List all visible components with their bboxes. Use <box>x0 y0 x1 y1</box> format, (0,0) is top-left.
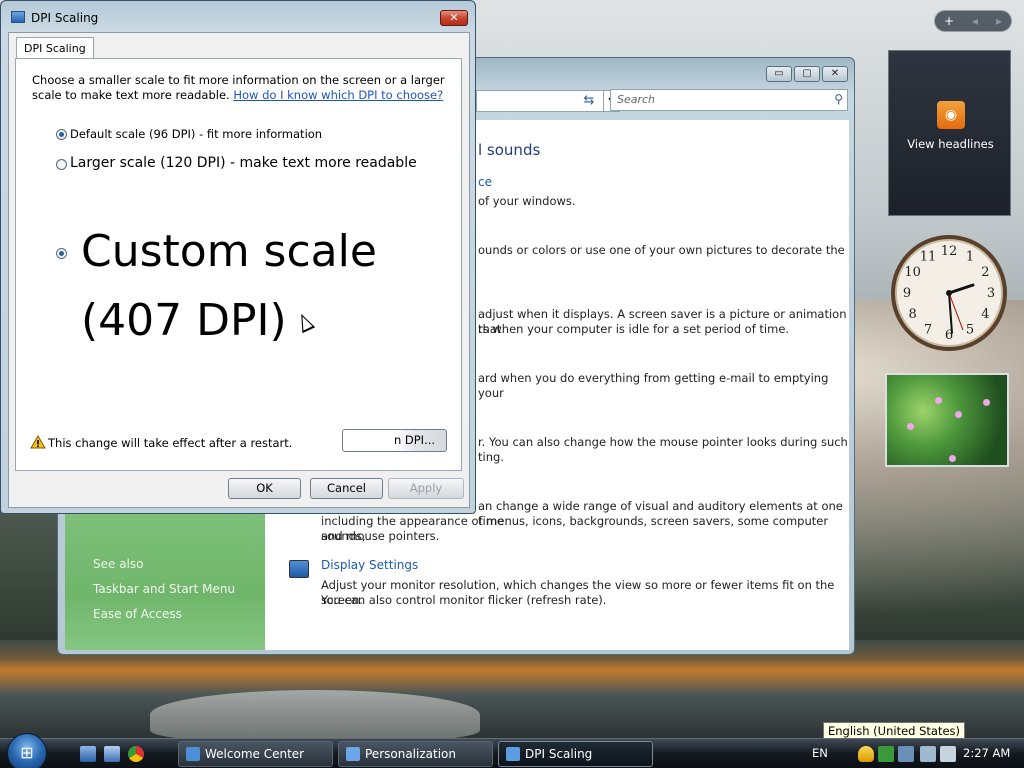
slideshow-gadget[interactable] <box>885 373 1009 467</box>
custom-scale-line-2: (407 DPI) <box>81 295 287 346</box>
switch-windows-icon[interactable] <box>104 746 120 762</box>
apply-button[interactable]: Apply <box>388 478 464 499</box>
window-color-desc: of your windows. <box>478 194 576 208</box>
mouse-desc-1: r. You can also change how the mouse poi… <box>478 435 848 449</box>
larger-scale-label[interactable]: Larger scale (120 DPI) - make text more … <box>70 155 417 171</box>
welcome-center-icon <box>186 747 200 761</box>
default-scale-radio[interactable] <box>56 129 67 140</box>
clock-face-icon: 12 1234567891011 <box>891 235 1007 351</box>
clock-numeral: 3 <box>987 286 995 301</box>
clock-numeral: 11 <box>920 250 937 265</box>
flower-icon <box>935 397 942 404</box>
task-dpi-scaling[interactable]: DPI Scaling <box>498 741 653 767</box>
task-label: Welcome Center <box>205 747 305 761</box>
cancel-button[interactable]: Cancel <box>310 478 383 499</box>
taskbar: ⊞ Welcome Center Personalization DPI Sca… <box>0 733 1024 768</box>
tab-panel: Choose a smaller scale to fit more infor… <box>15 58 462 471</box>
flower-icon <box>949 455 956 462</box>
clock-numeral: 5 <box>966 322 974 337</box>
dpi-description: Choose a smaller scale to fit more infor… <box>32 73 456 103</box>
window-color-link[interactable]: ce <box>478 175 492 189</box>
display-settings-link[interactable]: Display Settings <box>321 558 418 572</box>
see-also-pane: See also Taskbar and Start Menu Ease of … <box>65 512 265 650</box>
next-icon[interactable]: ▸ <box>996 14 1002 28</box>
window-caption-buttons: ▭ ▢ ✕ <box>766 66 848 82</box>
ease-of-access-link[interactable]: Ease of Access <box>93 607 182 621</box>
display-icon[interactable] <box>920 746 936 762</box>
desktop-wallpaper-rock <box>150 690 480 740</box>
clock-gadget[interactable]: 12 1 2 3 4 5 6 7 8 9 10 11 <box>889 233 1009 353</box>
restart-warning: This change will take effect after a res… <box>48 436 293 450</box>
taskbar-start-menu-link[interactable]: Taskbar and Start Menu <box>93 582 235 596</box>
start-button[interactable]: ⊞ <box>7 733 47 768</box>
network-icon[interactable] <box>898 746 914 762</box>
sidebar-controls[interactable]: + ◂ ▸ <box>934 10 1012 32</box>
clock-numeral: 7 <box>924 322 932 337</box>
feed-label[interactable]: View headlines <box>889 137 1012 151</box>
theme-desc-3: and mouse pointers. <box>321 529 440 543</box>
refresh-icon[interactable]: ⇆ <box>579 92 599 110</box>
task-label: DPI Scaling <box>525 747 593 761</box>
task-welcome-center[interactable]: Welcome Center <box>178 741 333 767</box>
sync-icon[interactable] <box>878 746 894 762</box>
flower-icon <box>907 423 914 430</box>
previous-icon[interactable]: ◂ <box>972 14 978 28</box>
warning-icon <box>30 435 46 449</box>
language-indicator[interactable]: EN <box>812 746 828 760</box>
background-desc: ounds or colors or use one of your own p… <box>478 243 845 257</box>
flower-icon <box>955 411 962 418</box>
clock-numeral: 8 <box>908 307 916 322</box>
display-desc-2: You can also control monitor flicker (re… <box>321 593 607 607</box>
custom-scale-line-1: Custom scale <box>81 226 377 277</box>
search-placeholder: Search <box>617 93 656 106</box>
feed-headlines-gadget[interactable]: ◉ View headlines <box>888 50 1011 216</box>
close-button[interactable]: ✕ <box>440 10 468 26</box>
clock-time[interactable]: 2:27 AM <box>963 746 1010 760</box>
close-button[interactable]: ✕ <box>822 66 848 82</box>
clock-numeral: 4 <box>981 307 989 322</box>
show-desktop-icon[interactable] <box>80 746 96 762</box>
task-personalization[interactable]: Personalization <box>338 741 493 767</box>
search-input[interactable]: Search ⚲ <box>610 89 848 111</box>
custom-scale-label[interactable]: Custom scale (407 DPI) <box>81 217 377 355</box>
clock-numeral: 9 <box>903 286 911 301</box>
clock-numeral: 1 <box>966 250 974 265</box>
rss-feed-icon: ◉ <box>937 101 965 129</box>
search-icon[interactable]: ⚲ <box>834 92 843 106</box>
default-scale-label[interactable]: Default scale (96 DPI) - fit more inform… <box>70 127 322 141</box>
custom-scale-radio[interactable] <box>56 248 67 259</box>
clock-numeral: 12 <box>941 244 958 259</box>
ok-button[interactable]: OK <box>228 478 301 499</box>
flower-icon <box>983 399 990 406</box>
clock-numeral: 10 <box>904 265 921 280</box>
larger-scale-radio[interactable] <box>56 159 67 170</box>
page-heading: l sounds <box>478 141 541 159</box>
tab-dpi-scaling[interactable]: DPI Scaling <box>16 37 94 59</box>
dialog-body: DPI Scaling Choose a smaller scale to fi… <box>8 32 470 508</box>
dialog-title: DPI Scaling <box>31 11 99 25</box>
maximize-button[interactable]: ▢ <box>794 66 820 82</box>
mouse-desc-2: ting. <box>478 450 504 464</box>
volume-muted-icon[interactable] <box>940 746 956 762</box>
display-settings-icon[interactable] <box>289 560 309 578</box>
monitor-icon <box>11 11 25 23</box>
clock-numeral: 2 <box>981 265 989 280</box>
custom-dpi-label: n DPI... <box>393 433 436 447</box>
sounds-desc: ard when you do everything from getting … <box>478 371 829 400</box>
minimize-button[interactable]: ▭ <box>766 66 792 82</box>
see-also-heading: See also <box>93 557 144 571</box>
dpi-scaling-icon <box>506 747 520 761</box>
chrome-icon[interactable] <box>128 746 144 762</box>
task-label: Personalization <box>365 747 456 761</box>
dpi-scaling-dialog[interactable]: DPI Scaling ✕ DPI Scaling Choose a small… <box>0 0 476 514</box>
dpi-help-link[interactable]: How do I know which DPI to choose? <box>233 88 443 102</box>
custom-dpi-button[interactable]: n DPI... <box>342 429 447 452</box>
screensaver-desc-2: rs when your computer is idle for a set … <box>478 322 790 336</box>
add-gadget-icon[interactable]: + <box>944 14 954 28</box>
security-shield-icon[interactable] <box>858 746 874 762</box>
personalization-icon <box>346 747 360 761</box>
